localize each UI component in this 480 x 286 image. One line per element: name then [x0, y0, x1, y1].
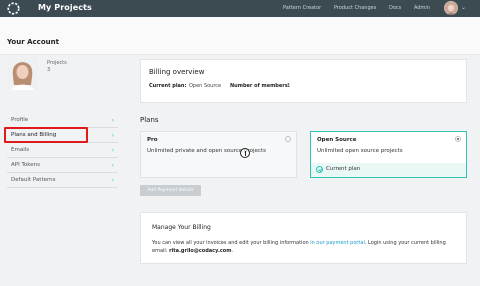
- projects-count: 3: [47, 67, 51, 73]
- page-header: [0, 17, 480, 55]
- sidebar-item-label: Profile: [11, 117, 29, 123]
- plan-description: Unlimited open source projects: [317, 148, 403, 154]
- user-photo-icon: [444, 2, 458, 15]
- chevron-down-icon[interactable]: ⌄: [81, 3, 86, 10]
- sidebar-item-api-tokens[interactable]: API Tokens ›: [7, 158, 118, 173]
- codacy-logo-icon[interactable]: [6, 1, 21, 16]
- nav-pattern-creator[interactable]: Pattern Creator: [283, 5, 321, 11]
- sidebar-item-profile[interactable]: Profile ›: [7, 113, 118, 128]
- current-plan-value: Open Source: [189, 83, 222, 89]
- nav-product-changes[interactable]: Product Changes: [334, 5, 376, 11]
- billing-overview-panel: Billing overview Current plan: Open Sour…: [140, 59, 467, 103]
- current-plan-label: Current plan:: [149, 83, 187, 89]
- sidebar-item-label: Default Patterns: [11, 177, 56, 183]
- nav-docs[interactable]: Docs: [389, 5, 401, 11]
- billing-overview-title: Billing overview: [149, 68, 205, 76]
- account-side-menu: Profile › Plans and Billing › Emails › A…: [7, 113, 118, 188]
- sidebar-item-label: API Tokens: [11, 162, 40, 168]
- text-cursor-icon: [240, 148, 250, 158]
- current-plan-indicator: Current plan: [311, 163, 466, 177]
- current-plan-text: Current plan: [326, 166, 361, 172]
- manage-billing-text-end: .: [231, 248, 234, 254]
- add-payment-details-button[interactable]: Add Payment details: [140, 185, 201, 196]
- plan-card-open-source[interactable]: Open Source Unlimited open source projec…: [310, 131, 467, 178]
- sidebar-item-label: Emails: [11, 147, 30, 153]
- user-menu-chevron-icon[interactable]: ⌄: [461, 4, 466, 11]
- chevron-right-icon: ›: [111, 177, 114, 184]
- top-nav-bar: My Projects ⌄ Pattern Creator Product Ch…: [0, 0, 480, 17]
- chevron-right-icon: ›: [111, 132, 114, 139]
- sidebar-item-emails[interactable]: Emails ›: [7, 143, 118, 158]
- plan-card-pro[interactable]: Pro Unlimited private and open source pr…: [140, 131, 297, 178]
- plan-name: Pro: [147, 137, 158, 143]
- billing-email: rita.grilo@codacy.com: [169, 248, 232, 254]
- manage-billing-text: You can view all your invoices and edit …: [152, 239, 462, 255]
- chevron-right-icon: ›: [111, 162, 114, 169]
- plan-radio-pro[interactable]: [285, 136, 291, 142]
- page-title: Your Account: [7, 38, 59, 46]
- members-label: Number of members:: [230, 83, 290, 89]
- projects-label: Projects: [47, 60, 67, 66]
- nav-admin[interactable]: Admin: [414, 5, 430, 11]
- chevron-right-icon: ›: [111, 117, 114, 124]
- profile-avatar: [7, 57, 38, 90]
- manage-billing-panel: Manage Your Billing You can view all you…: [140, 212, 467, 264]
- members-value: 1: [287, 83, 291, 89]
- payment-portal-link[interactable]: in our payment portal: [310, 240, 365, 246]
- check-circle-icon: [316, 166, 323, 173]
- sidebar-item-default-patterns[interactable]: Default Patterns ›: [7, 173, 118, 188]
- chevron-right-icon: ›: [111, 147, 114, 154]
- manage-billing-title: Manage Your Billing: [152, 224, 211, 231]
- plan-radio-open-source[interactable]: [455, 136, 461, 142]
- profile-photo-icon: [7, 57, 38, 90]
- plan-name: Open Source: [317, 137, 357, 143]
- active-item-highlight: [4, 127, 88, 143]
- plans-heading: Plans: [140, 116, 159, 124]
- manage-billing-text-start: You can view all your invoices and edit …: [152, 240, 311, 246]
- user-avatar[interactable]: [444, 1, 458, 15]
